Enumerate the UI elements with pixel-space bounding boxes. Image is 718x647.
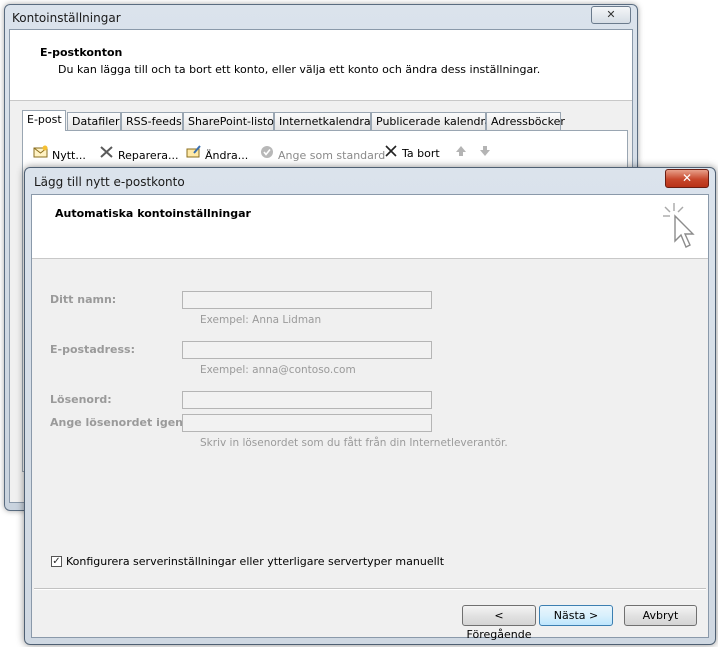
email-hint: Exempel: anna@contoso.com [200,364,356,376]
tab-internet-calendars[interactable]: Internetkalendrar [274,112,375,130]
tab-email[interactable]: E-post [22,110,66,131]
change-icon [186,145,202,162]
move-down-button[interactable] [477,145,496,160]
password-input[interactable] [182,391,432,409]
change-label: Ändra... [205,149,249,162]
new-button[interactable]: Nytt... [33,145,86,162]
set-default-button[interactable]: Ange som standard [259,145,385,162]
dialog-title: Lägg till nytt e-postkonto [34,175,185,189]
set-default-label: Ange som standard [278,149,386,162]
add-email-account-dialog: Lägg till nytt e-postkonto ✕ Automatiska… [24,167,716,645]
password-hint: Skriv in lösenordet som du fått från din… [200,437,508,449]
name-label: Ditt namn: [50,293,117,306]
password-again-label: Ange lösenordet igen: [50,416,188,429]
password-again-input[interactable] [182,414,432,432]
move-up-button[interactable] [453,145,472,160]
move-up-icon [453,145,469,160]
header-description: Du kan lägga till och ta bort ett konto,… [58,63,541,76]
new-mail-icon [33,145,49,162]
dialog-header-title: Automatiska kontoinställningar [55,207,251,220]
auto-setup-cursor-icon [663,203,695,248]
close-button[interactable]: ✕ [591,6,631,24]
header-title: E-postkonton [40,46,123,59]
new-label: Nytt... [52,149,86,162]
dialog-header-panel: Automatiska kontoinställningar [32,195,708,259]
dialog-close-button[interactable]: ✕ [665,169,709,188]
repair-label: Reparera... [118,149,179,162]
footer-divider [34,588,706,590]
email-input[interactable] [182,341,432,359]
name-input[interactable] [182,291,432,309]
manual-config-checkbox[interactable]: ✓ [51,556,62,567]
cancel-button[interactable]: Avbryt [624,605,697,626]
move-down-icon [477,145,493,160]
remove-button[interactable]: Ta bort [383,145,440,160]
tab-sharepoint-lists[interactable]: SharePoint-listor [183,112,278,130]
set-default-icon [259,145,275,162]
tab-published-calendars[interactable]: Publicerade kalendrar [371,112,496,130]
email-label: E-postadress: [50,343,135,356]
window-title: Kontoinställningar [12,11,121,25]
tab-address-books[interactable]: Adressböcker [486,112,565,130]
remove-icon [383,145,399,160]
manual-config-label[interactable]: Konfigurera serverinställningar eller yt… [66,555,444,568]
change-button[interactable]: Ändra... [186,145,248,162]
repair-button[interactable]: Reparera... [99,145,178,162]
header-panel: E-postkonton Du kan lägga till och ta bo… [10,30,632,101]
dialog-client: Automatiska kontoinställningar Ditt namn… [31,194,709,641]
tab-data-files[interactable]: Datafiler [67,112,121,130]
password-label: Lösenord: [50,393,112,406]
next-button[interactable]: Nästa > [539,605,613,626]
tab-rss-feeds[interactable]: RSS-feeds [121,112,183,130]
remove-label: Ta bort [402,147,440,160]
name-hint: Exempel: Anna Lidman [200,314,322,326]
back-button[interactable]: < Föregående [462,605,536,641]
repair-icon [99,145,115,162]
